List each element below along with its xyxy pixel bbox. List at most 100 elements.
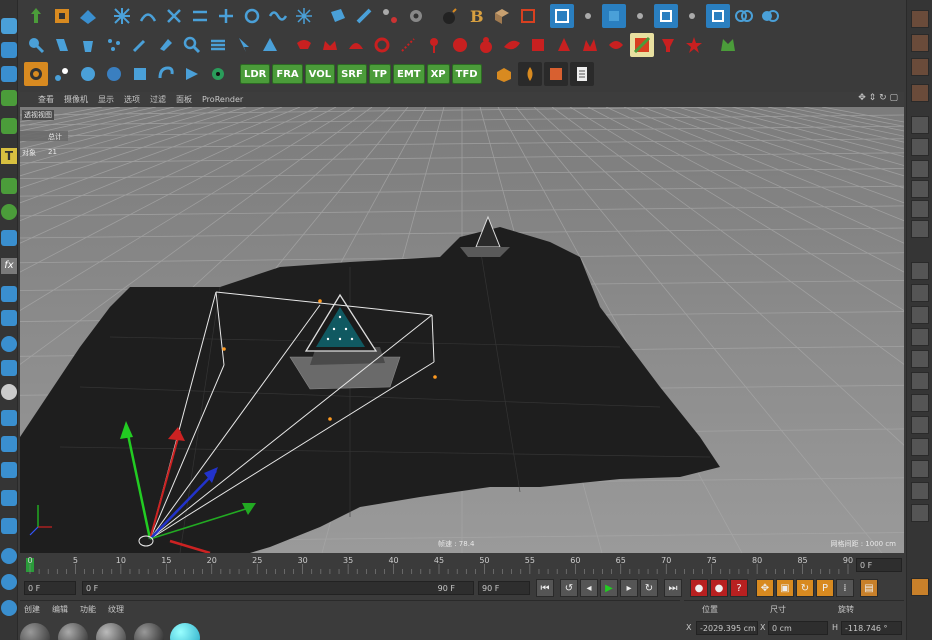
red-dome-icon[interactable] bbox=[344, 33, 368, 57]
prev-key-button[interactable]: ◂ bbox=[580, 579, 598, 597]
light-icon[interactable] bbox=[352, 4, 376, 28]
sphere-b-icon[interactable] bbox=[102, 62, 126, 86]
loop-forward-button[interactable]: ↻ bbox=[640, 579, 658, 597]
cross-icon[interactable] bbox=[162, 4, 186, 28]
bucket-icon[interactable] bbox=[76, 33, 100, 57]
mat-tab-function[interactable]: 功能 bbox=[80, 604, 96, 615]
cube-tool-icon[interactable] bbox=[1, 178, 17, 194]
bomb-icon[interactable] bbox=[438, 4, 462, 28]
settings-small-c-icon[interactable] bbox=[680, 4, 704, 28]
red-cube-icon[interactable] bbox=[526, 33, 550, 57]
cursor-icon[interactable] bbox=[232, 33, 256, 57]
current-frame-field[interactable]: 0 F bbox=[856, 558, 902, 572]
menu-camera[interactable]: 摄像机 bbox=[64, 94, 88, 105]
paint-icon[interactable] bbox=[1, 518, 17, 534]
position-x-field[interactable]: -2029.395 cm bbox=[696, 621, 758, 635]
next-key-button[interactable]: ▸ bbox=[620, 579, 638, 597]
box-icon[interactable] bbox=[128, 62, 152, 86]
spiral-icon[interactable] bbox=[240, 4, 264, 28]
scene-icon[interactable] bbox=[76, 4, 100, 28]
key-scale-button[interactable]: ▣ bbox=[776, 579, 794, 597]
red-pin-icon[interactable] bbox=[422, 33, 446, 57]
tools-icon[interactable] bbox=[378, 4, 402, 28]
tag-ldr-button[interactable]: LDR bbox=[240, 64, 271, 84]
grid-n-icon[interactable] bbox=[911, 416, 929, 434]
menu-view[interactable]: 查看 bbox=[38, 94, 54, 105]
render-view-icon[interactable] bbox=[543, 62, 568, 86]
red-cloth-icon[interactable] bbox=[292, 33, 316, 57]
mode-b-icon[interactable] bbox=[602, 4, 626, 28]
layer-tool-icon[interactable] bbox=[1, 286, 17, 302]
grid-icon[interactable] bbox=[1, 462, 17, 478]
red-figure-icon[interactable] bbox=[552, 33, 576, 57]
brush-b-icon[interactable] bbox=[50, 33, 74, 57]
twist-icon[interactable] bbox=[188, 4, 212, 28]
move-tool-icon[interactable] bbox=[1, 18, 17, 34]
gradient-icon[interactable] bbox=[630, 33, 654, 57]
text-tool-icon[interactable]: T bbox=[1, 148, 17, 164]
mode-d-icon[interactable] bbox=[706, 4, 730, 28]
bevel-b-icon[interactable]: B bbox=[464, 4, 488, 28]
material-swatch-1[interactable] bbox=[20, 623, 50, 640]
menu-prorender[interactable]: ProRender bbox=[202, 95, 243, 104]
select-person-icon[interactable] bbox=[24, 4, 48, 28]
tag-srf-button[interactable]: SRF bbox=[337, 64, 367, 84]
material-swatch-2[interactable] bbox=[58, 623, 88, 640]
mat-tab-edit[interactable]: 编辑 bbox=[52, 604, 68, 615]
layers-icon[interactable] bbox=[206, 33, 230, 57]
mode-c-icon[interactable] bbox=[654, 4, 678, 28]
frame-range-slider[interactable]: 0 F 90 F bbox=[82, 581, 474, 595]
axis-icon[interactable] bbox=[1, 490, 17, 506]
tag-emt-button[interactable]: EMT bbox=[392, 64, 425, 84]
mat-tab-create[interactable]: 创建 bbox=[24, 604, 40, 615]
grid-q-icon[interactable] bbox=[911, 482, 929, 500]
live-select-icon[interactable] bbox=[50, 4, 74, 28]
red-splash-icon[interactable] bbox=[578, 33, 602, 57]
key-icon[interactable] bbox=[911, 34, 929, 52]
curve-icon[interactable] bbox=[911, 84, 929, 102]
menu-options[interactable]: 选项 bbox=[124, 94, 140, 105]
grid-a-icon[interactable] bbox=[911, 116, 929, 134]
goto-start-button[interactable]: ⏮ bbox=[536, 579, 554, 597]
brush-select-icon[interactable] bbox=[24, 33, 48, 57]
grid-f-icon[interactable] bbox=[911, 220, 929, 238]
grid-b-icon[interactable] bbox=[911, 138, 929, 156]
grid-j-icon[interactable] bbox=[911, 328, 929, 346]
timeline-ruler[interactable]: 0 5 10 15 20 25 30 35 40 45 50 55 60 65 70 75 80 85 90 0 F bbox=[20, 554, 904, 576]
grid-p-icon[interactable] bbox=[911, 460, 929, 478]
orange-gear-icon[interactable] bbox=[24, 62, 48, 86]
menu-display[interactable]: 显示 bbox=[98, 94, 114, 105]
material-swatch-5[interactable] bbox=[170, 623, 200, 640]
tag-vol-button[interactable]: VOL bbox=[304, 64, 336, 84]
triangle-icon[interactable] bbox=[258, 33, 282, 57]
swirl-icon[interactable] bbox=[154, 62, 178, 86]
camera-icon[interactable] bbox=[326, 4, 350, 28]
workplane-icon[interactable] bbox=[1, 310, 17, 326]
document-icon[interactable] bbox=[569, 62, 594, 86]
sphere-icon[interactable] bbox=[76, 62, 100, 86]
key-help-button[interactable]: ? bbox=[730, 579, 748, 597]
wave-icon[interactable] bbox=[266, 4, 290, 28]
grid-e-icon[interactable] bbox=[911, 200, 929, 218]
grid-h-icon[interactable] bbox=[911, 284, 929, 302]
goto-end-button[interactable]: ⏭ bbox=[664, 579, 682, 597]
key-pla-button[interactable]: ⁞ bbox=[836, 579, 854, 597]
wand-icon[interactable] bbox=[128, 33, 152, 57]
menu-panel[interactable]: 面板 bbox=[176, 94, 192, 105]
play-button[interactable]: ▶ bbox=[600, 579, 618, 597]
start-frame-field[interactable]: 0 F bbox=[24, 581, 76, 595]
key-rotation-button[interactable]: ↻ bbox=[796, 579, 814, 597]
rotate-tool-icon[interactable] bbox=[1, 66, 17, 82]
record-icon[interactable] bbox=[911, 10, 929, 28]
mat-tab-texture[interactable]: 纹理 bbox=[108, 604, 124, 615]
timeline-icon[interactable] bbox=[1, 574, 17, 590]
particles-icon[interactable] bbox=[50, 62, 74, 86]
grid-k-icon[interactable] bbox=[911, 350, 929, 368]
tangent-icon[interactable] bbox=[911, 58, 929, 76]
grid-o-icon[interactable] bbox=[911, 438, 929, 456]
orange-block-icon[interactable] bbox=[492, 62, 516, 86]
red-leaf-icon[interactable] bbox=[604, 33, 628, 57]
settings-small-icon[interactable] bbox=[576, 4, 600, 28]
grid-r-icon[interactable] bbox=[911, 504, 929, 522]
magnify-icon[interactable] bbox=[180, 33, 204, 57]
